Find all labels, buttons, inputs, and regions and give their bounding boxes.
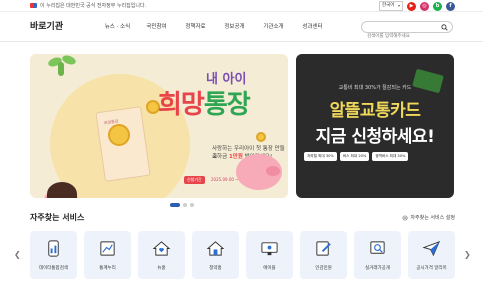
pager-dot-2[interactable] xyxy=(183,203,187,207)
top-utility-bar: 이 누리집은 대한민국 공식 전자정부 누리집입니다. 한국어 ▶ ◎ b f xyxy=(0,0,483,12)
service-item-apple[interactable]: 에이플 xyxy=(246,231,293,279)
chip-subway: 지하철 최대 30% xyxy=(304,152,337,161)
service-label: 실거래가공개 xyxy=(365,266,390,271)
service-label: 통계누리 xyxy=(99,266,116,271)
chip-bus: 버스 최대 20% xyxy=(339,152,370,161)
pager-dot-3[interactable] xyxy=(190,203,194,207)
nav-item-news[interactable]: 뉴스 · 소식 xyxy=(98,22,137,30)
service-label: 청약홈 xyxy=(209,266,222,271)
piggy-snout-icon xyxy=(266,166,280,176)
banner-transport-card[interactable]: 교통비 최대 30%가 절감되는 카드 알뜰교통카드 지금 신청하세요! 지하철… xyxy=(296,54,454,198)
youtube-icon[interactable]: ▶ xyxy=(407,1,416,11)
banner-sub2-prefix: 축하금 xyxy=(212,154,229,160)
service-item-realprice[interactable]: 실거래가공개 xyxy=(354,231,401,279)
banner-right-subtitle: 교통비 최대 30%가 절감되는 카드 xyxy=(338,85,412,91)
search-box xyxy=(361,21,453,42)
pen-document-icon xyxy=(316,241,331,256)
services-prev-arrow[interactable]: ❮ xyxy=(14,250,21,259)
gov-notice-text: 이 누리집은 대한민국 공식 전자정부 누리집입니다. xyxy=(40,3,147,9)
paper-plane-icon xyxy=(422,241,440,257)
main-nav: 뉴스 · 소식 국민참여 정책자료 정보공개 기관소개 성과센터 xyxy=(98,22,332,30)
main-header: 바로기관 뉴스 · 소식 국민참여 정책자료 정보공개 기관소개 성과센터 xyxy=(0,12,483,42)
banner-period-tag: 신청기간 xyxy=(184,176,205,184)
document-chart-icon xyxy=(100,241,115,256)
flag-icon xyxy=(30,3,37,8)
house-heart-icon xyxy=(152,241,171,256)
gear-icon xyxy=(402,214,408,221)
service-label: 데이터통합검색 xyxy=(39,266,68,271)
service-label: 에이플 xyxy=(263,266,276,271)
monitor-icon xyxy=(261,242,278,256)
service-item-publicprice[interactable]: 공시가격 알리미 xyxy=(408,231,455,279)
banner-title-account: 통장 xyxy=(203,90,251,120)
service-label: 뉴홈 xyxy=(157,266,166,271)
banner-title-hope: 희망 xyxy=(158,90,205,120)
language-select[interactable]: 한국어 xyxy=(379,1,403,11)
phone-chart-icon xyxy=(48,240,59,257)
services-list: 데이터통합검색 통계누리 뉴홈 청약홈 에이플 인감민원 실거래가공개 공시가격… xyxy=(30,231,455,279)
nav-item-participation[interactable]: 국민참여 xyxy=(137,22,176,30)
search-document-icon xyxy=(370,241,385,254)
service-item-newhome[interactable]: 뉴홈 xyxy=(138,231,185,279)
service-label: 공시가격 알리미 xyxy=(416,266,447,271)
instagram-icon[interactable]: ◎ xyxy=(420,1,429,11)
nav-item-policy[interactable]: 정책자료 xyxy=(176,22,215,30)
banner-right-title1: 알뜰교통카드 xyxy=(329,101,421,121)
services-title: 자주찾는 서비스 xyxy=(30,213,85,222)
service-item-data-search[interactable]: 데이터통합검색 xyxy=(30,231,77,279)
search-input[interactable] xyxy=(362,31,440,42)
service-item-subscription[interactable]: 청약홈 xyxy=(192,231,239,279)
house-icon xyxy=(206,241,225,256)
coin-icon xyxy=(108,124,130,146)
blog-icon[interactable]: b xyxy=(433,1,442,11)
sprout-icon xyxy=(58,62,64,76)
pager-dot-1[interactable] xyxy=(170,203,180,207)
chip-express-bus: 광역버스 최대 30% xyxy=(372,152,409,161)
services-next-arrow[interactable]: ❯ xyxy=(464,250,471,259)
banner-hope-account[interactable]: 희망통장 내 아이 희망통장 사랑하는 우리아이 첫 통장 만들고 축하금 1만… xyxy=(30,54,288,198)
gov-notice: 이 누리집은 대한민국 공식 전자정부 누리집입니다. xyxy=(30,2,146,9)
service-item-seal[interactable]: 인감민원 xyxy=(300,231,347,279)
service-item-stats[interactable]: 통계누리 xyxy=(84,231,131,279)
nav-item-performance[interactable]: 성과센터 xyxy=(293,22,332,30)
banner-title-line2: 희망통장 xyxy=(158,84,251,121)
services-setting-label: 자주찾는 서비스 설정 xyxy=(410,215,455,221)
service-label: 인감민원 xyxy=(315,266,332,271)
nav-item-info[interactable]: 정보공개 xyxy=(215,22,254,30)
banner-right-title2: 지금 신청하세요! xyxy=(315,127,435,147)
services-setting-link[interactable]: 자주찾는 서비스 설정 xyxy=(402,214,455,221)
banner-pagination xyxy=(170,203,194,207)
search-icon[interactable] xyxy=(441,24,448,31)
facebook-icon[interactable]: f xyxy=(446,1,455,11)
coin-icon xyxy=(256,132,266,142)
site-logo[interactable]: 바로기관 xyxy=(30,19,63,32)
banner-right-chips: 지하철 최대 30% 버스 최대 20% 광역버스 최대 30% xyxy=(304,152,409,161)
nav-item-about[interactable]: 기관소개 xyxy=(254,22,293,30)
